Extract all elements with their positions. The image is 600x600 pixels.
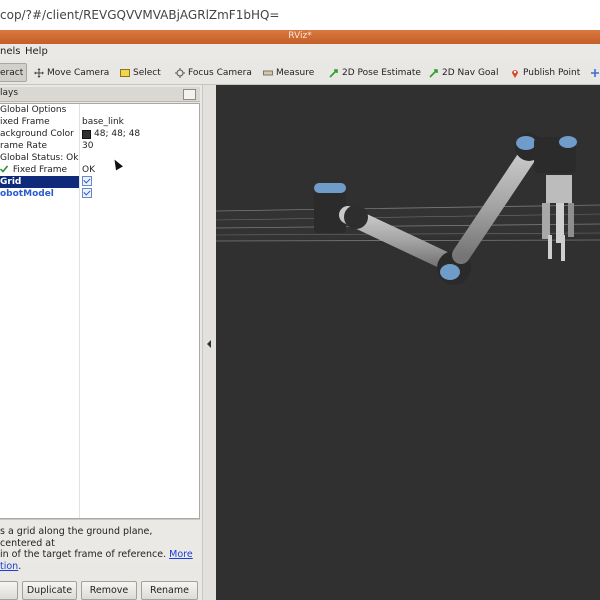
tool-select[interactable]: Select [120, 66, 161, 80]
row-key: Fixed Frame [12, 165, 68, 175]
robot-gripper [542, 175, 574, 261]
robot-model-enabled-checkbox[interactable] [82, 188, 92, 198]
row-value[interactable]: 30 [82, 140, 93, 152]
tree-row-grid[interactable]: Grid [0, 176, 199, 188]
tool-more[interactable] [590, 66, 600, 80]
display-description: s a grid along the ground plane, centere… [0, 526, 193, 572]
tool-interact-label: eract [0, 67, 24, 78]
tool-focus-camera[interactable]: Focus Camera [175, 66, 252, 80]
plus-icon [591, 69, 599, 77]
check-icon [0, 165, 9, 173]
tool-move-camera-label: Move Camera [47, 68, 110, 78]
duplicate-button[interactable]: Duplicate [22, 581, 77, 600]
tree-row-global-status[interactable]: Global Status: Ok [0, 152, 199, 164]
row-value[interactable]: 48; 48; 48 [94, 128, 140, 140]
displays-panel-title: lays [0, 88, 19, 98]
tool-publish-point[interactable]: Publish Point [510, 66, 580, 80]
tool-select-label: Select [133, 68, 161, 78]
displays-panel-header: lays [0, 87, 200, 102]
description-box: s a grid along the ground plane, centere… [0, 519, 200, 572]
tool-pose-estimate-label: 2D Pose Estimate [342, 68, 421, 78]
color-swatch [82, 129, 91, 139]
row-key: ixed Frame [0, 117, 50, 127]
add-button[interactable] [0, 581, 18, 600]
menu-bar: nels Help [0, 44, 600, 61]
row-key: rame Rate [0, 141, 48, 151]
tool-nav-goal[interactable]: 2D Nav Goal [429, 66, 498, 80]
panel-float-button[interactable] [183, 89, 196, 100]
robot-wrist-2-cap [559, 136, 577, 148]
tree-row-robot-model[interactable]: obotModel [0, 188, 199, 200]
grid-enabled-checkbox[interactable] [82, 176, 92, 186]
displays-panel: lays Global Options ixed Frame base_link… [0, 85, 202, 600]
tree-row-frame-rate[interactable]: rame Rate 30 [0, 140, 199, 152]
tool-bar: eract Move Camera Select Focus Camera Me… [0, 60, 600, 85]
remove-button[interactable]: Remove [81, 581, 137, 600]
more-information-link-cont[interactable]: tion [0, 561, 18, 572]
robot-shoulder-joint [344, 205, 368, 229]
display-buttons: Duplicate Remove Rename [0, 581, 202, 600]
row-key: obotModel [0, 189, 54, 199]
displays-tree[interactable]: Global Options ixed Frame base_link ackg… [0, 103, 200, 519]
tool-measure[interactable]: Measure [263, 66, 314, 80]
tree-row-background-color[interactable]: ackground Color 48; 48; 48 [0, 128, 199, 140]
move-camera-icon [34, 68, 44, 78]
more-information-link[interactable]: More [169, 549, 193, 560]
row-key: ackground Color [0, 129, 74, 139]
tree-row-global-options[interactable]: Global Options [0, 104, 199, 116]
panel-splitter[interactable] [202, 85, 217, 600]
collapse-arrow-icon[interactable] [207, 340, 211, 348]
publish-point-icon [512, 70, 518, 78]
nav-goal-icon [429, 69, 438, 78]
focus-camera-icon [175, 68, 185, 78]
robot-wrist-cap [516, 136, 536, 150]
row-key: Global Options [0, 105, 67, 115]
url-text[interactable]: cop/?#/client/REVGQVVMVABjAGRlZmF1bHQ= [0, 8, 280, 22]
3d-viewport[interactable] [216, 85, 600, 600]
tool-publish-point-label: Publish Point [523, 68, 581, 78]
tool-pose-estimate[interactable]: 2D Pose Estimate [329, 66, 421, 80]
3d-scene[interactable] [216, 85, 600, 600]
row-value: OK [82, 165, 95, 175]
tool-measure-label: Measure [276, 68, 315, 78]
select-icon [120, 69, 130, 77]
window-title-bar: RViz* [0, 30, 600, 44]
pose-estimate-icon [329, 69, 338, 78]
row-key: Global Status: Ok [0, 153, 79, 163]
tool-move-camera[interactable]: Move Camera [34, 66, 109, 80]
tree-row-fixed-frame[interactable]: ixed Frame base_link [0, 116, 199, 128]
tree-row-fixed-frame-status[interactable]: Fixed Frame OK [0, 164, 199, 176]
robot-base-joint-cap [314, 183, 346, 193]
rename-button[interactable]: Rename [141, 581, 198, 600]
menu-help[interactable]: Help [25, 46, 48, 57]
browser-address-bar[interactable]: cop/?#/client/REVGQVVMVABjAGRlZmF1bHQ= [0, 0, 600, 31]
robot-elbow-cap [440, 264, 460, 280]
tool-nav-goal-label: 2D Nav Goal [442, 68, 499, 78]
row-value[interactable]: base_link [82, 116, 124, 128]
measure-icon [263, 70, 273, 76]
menu-panels[interactable]: nels [0, 46, 20, 57]
row-key: Grid [0, 176, 79, 188]
tool-focus-camera-label: Focus Camera [188, 68, 252, 78]
window-title: RViz* [288, 31, 312, 41]
tool-interact[interactable]: eract [0, 63, 28, 82]
